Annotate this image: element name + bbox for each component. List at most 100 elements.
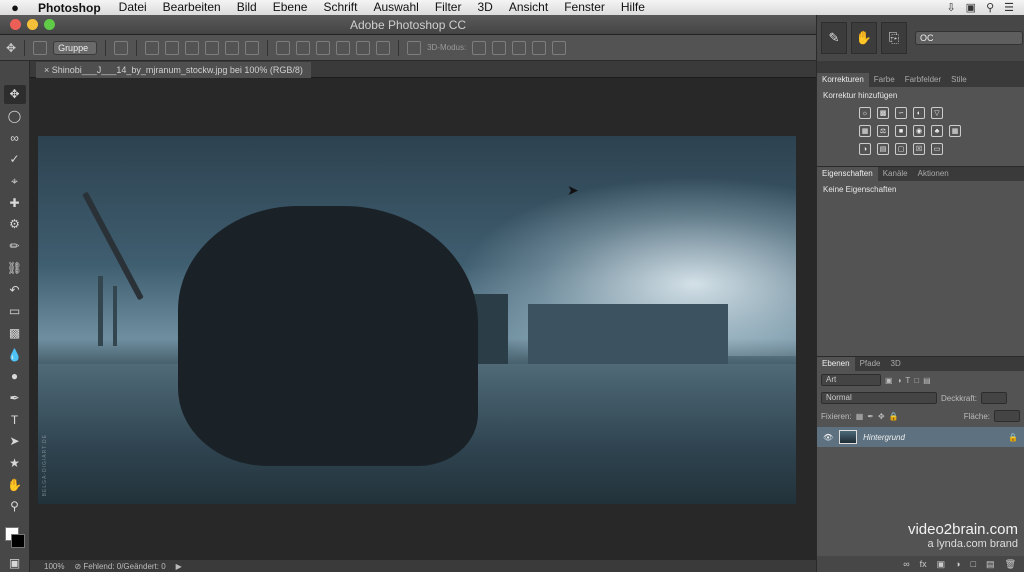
layer-name[interactable]: Hintergrund bbox=[863, 433, 905, 442]
path-select-tool-icon[interactable]: ➤ bbox=[4, 432, 26, 451]
levels-icon[interactable]: ▩ bbox=[877, 107, 889, 119]
tab-stile[interactable]: Stile bbox=[946, 73, 972, 87]
distribute-bottom-icon[interactable] bbox=[316, 40, 331, 55]
stamp-tool-icon[interactable]: ⛓ bbox=[4, 259, 26, 278]
filter-adjustment-icon[interactable]: ◑ bbox=[897, 376, 902, 385]
auto-align-icon[interactable] bbox=[407, 40, 422, 55]
distribute-hcenter-icon[interactable] bbox=[356, 40, 371, 55]
menu-auswahl[interactable]: Auswahl bbox=[365, 0, 426, 15]
brush-tool-icon[interactable]: ✏ bbox=[4, 237, 26, 256]
posterize-icon[interactable]: ▤ bbox=[877, 143, 889, 155]
document-info[interactable]: ⊘ Fehlend: 0/Geändert: 0 bbox=[74, 562, 165, 571]
lock-paint-icon[interactable]: ✒ bbox=[867, 412, 874, 421]
align-hcenter-icon[interactable] bbox=[225, 40, 240, 55]
new-adjustment-icon[interactable]: ◑ bbox=[955, 559, 960, 569]
minimize-window-button[interactable] bbox=[27, 19, 38, 30]
tab-pfade[interactable]: Pfade bbox=[855, 357, 886, 371]
menu-schrift[interactable]: Schrift bbox=[315, 0, 365, 15]
zoom-tool-icon[interactable]: ⚲ bbox=[4, 497, 26, 516]
download-icon[interactable]: ⇩ bbox=[946, 1, 955, 14]
menu-fenster[interactable]: Fenster bbox=[556, 0, 613, 15]
selective-color-icon[interactable]: ☒ bbox=[913, 143, 925, 155]
tab-3d[interactable]: 3D bbox=[886, 357, 906, 371]
lasso-tool-icon[interactable]: ∞ bbox=[4, 128, 26, 147]
healing-brush-tool-icon[interactable]: ⚙ bbox=[4, 215, 26, 234]
exposure-icon[interactable]: ◐ bbox=[913, 107, 925, 119]
new-layer-icon[interactable]: ▤ bbox=[986, 559, 995, 570]
status-menu-arrow-icon[interactable]: ▶ bbox=[176, 562, 182, 571]
lock-pixels-icon[interactable]: ▦ bbox=[856, 412, 864, 421]
3d-roll-icon[interactable] bbox=[492, 40, 507, 55]
align-right-icon[interactable] bbox=[245, 40, 260, 55]
tab-eigenschaften[interactable]: Eigenschaften bbox=[817, 167, 878, 181]
gradient-tool-icon[interactable]: ▩ bbox=[4, 324, 26, 343]
filter-pixel-icon[interactable]: ▣ bbox=[885, 376, 893, 385]
menu-bearbeiten[interactable]: Bearbeiten bbox=[155, 0, 229, 15]
eye-icon[interactable]: 👁 bbox=[823, 433, 833, 442]
document-tab[interactable]: × Shinobi___J___14_by_mjranum_stockw.jpg… bbox=[36, 62, 311, 78]
vibrance-icon[interactable]: ▽ bbox=[931, 107, 943, 119]
crop-tool-icon[interactable]: ⌖ bbox=[4, 172, 26, 191]
layer-style-icon[interactable]: fx bbox=[920, 559, 927, 569]
align-bottom-icon[interactable] bbox=[185, 40, 200, 55]
dodge-tool-icon[interactable]: ● bbox=[4, 367, 26, 386]
blend-mode-dropdown[interactable]: Normal bbox=[821, 392, 937, 404]
move-tool-icon[interactable]: ✥ bbox=[3, 85, 26, 104]
menu-3d[interactable]: 3D bbox=[469, 0, 500, 15]
curves-icon[interactable]: ∽ bbox=[895, 107, 907, 119]
menu-filter[interactable]: Filter bbox=[427, 0, 470, 15]
auto-select-checkbox[interactable] bbox=[33, 40, 48, 55]
delete-layer-icon[interactable]: 🗑 bbox=[1005, 559, 1016, 570]
menu-bild[interactable]: Bild bbox=[229, 0, 265, 15]
lock-position-icon[interactable]: ✥ bbox=[878, 412, 885, 421]
eyedropper-tool-icon[interactable]: ✚ bbox=[4, 193, 26, 212]
pen-tool-icon[interactable]: ✒ bbox=[4, 389, 26, 408]
distribute-vcenter-icon[interactable] bbox=[296, 40, 311, 55]
menu-datei[interactable]: Datei bbox=[111, 0, 155, 15]
color-balance-icon[interactable]: ⚖ bbox=[877, 125, 889, 137]
black-white-icon[interactable]: ■ bbox=[895, 125, 907, 137]
threshold-icon[interactable]: ▢ bbox=[895, 143, 907, 155]
3d-rotate-icon[interactable] bbox=[472, 40, 487, 55]
spotlight-search-icon[interactable]: ⚲ bbox=[986, 1, 994, 14]
transform-controls-checkbox[interactable] bbox=[114, 40, 129, 55]
menu-ebene[interactable]: Ebene bbox=[265, 0, 316, 15]
align-left-icon[interactable] bbox=[205, 40, 220, 55]
distribute-top-icon[interactable] bbox=[276, 40, 291, 55]
tab-korrekturen[interactable]: Korrekturen bbox=[817, 73, 869, 87]
tab-farbe[interactable]: Farbe bbox=[869, 73, 900, 87]
history-brush-tool-icon[interactable]: ↶ bbox=[4, 280, 26, 299]
menu-hilfe[interactable]: Hilfe bbox=[613, 0, 653, 15]
hue-saturation-icon[interactable]: ▦ bbox=[859, 125, 871, 137]
shape-tool-icon[interactable]: ★ bbox=[4, 454, 26, 473]
new-group-icon[interactable]: □ bbox=[971, 559, 976, 569]
fill-input[interactable] bbox=[994, 410, 1020, 422]
channel-mixer-icon[interactable]: ♣ bbox=[931, 125, 943, 137]
layer-row[interactable]: 👁 Hintergrund 🔒 bbox=[817, 427, 1024, 447]
tab-kanaele[interactable]: Kanäle bbox=[878, 167, 913, 181]
auto-select-dropdown[interactable]: Gruppe bbox=[53, 40, 98, 55]
3d-scale-icon[interactable] bbox=[552, 40, 567, 55]
notification-list-icon[interactable]: ☰ bbox=[1004, 1, 1014, 14]
gradient-map-icon[interactable]: ▭ bbox=[931, 143, 943, 155]
3d-pan-icon[interactable] bbox=[512, 40, 527, 55]
tab-farbfelder[interactable]: Farbfelder bbox=[900, 73, 946, 87]
distribute-left-icon[interactable] bbox=[336, 40, 351, 55]
align-top-icon[interactable] bbox=[145, 40, 160, 55]
tab-aktionen[interactable]: Aktionen bbox=[913, 167, 954, 181]
hand-tool-icon[interactable]: ✋ bbox=[4, 475, 26, 494]
zoom-level[interactable]: 100% bbox=[44, 562, 64, 571]
distribute-right-icon[interactable] bbox=[376, 40, 391, 55]
filter-type-icon[interactable]: T bbox=[905, 376, 910, 385]
layer-comps-icon[interactable]: ⎘ bbox=[881, 22, 907, 54]
document-image[interactable]: BELGA-DIGIART.DE bbox=[38, 136, 796, 504]
move-tool-icon[interactable]: ✥ bbox=[6, 41, 16, 55]
color-swatches[interactable] bbox=[3, 525, 27, 551]
quick-mask-icon[interactable]: ▣ bbox=[4, 553, 26, 572]
photo-filter-icon[interactable]: ◉ bbox=[913, 125, 925, 137]
opacity-input[interactable] bbox=[981, 392, 1008, 404]
history-brush-icon[interactable]: ✎ bbox=[821, 22, 847, 54]
apple-icon[interactable]: ● bbox=[0, 0, 30, 15]
3d-slide-icon[interactable] bbox=[532, 40, 547, 55]
display-icon[interactable]: ▣ bbox=[966, 1, 976, 14]
